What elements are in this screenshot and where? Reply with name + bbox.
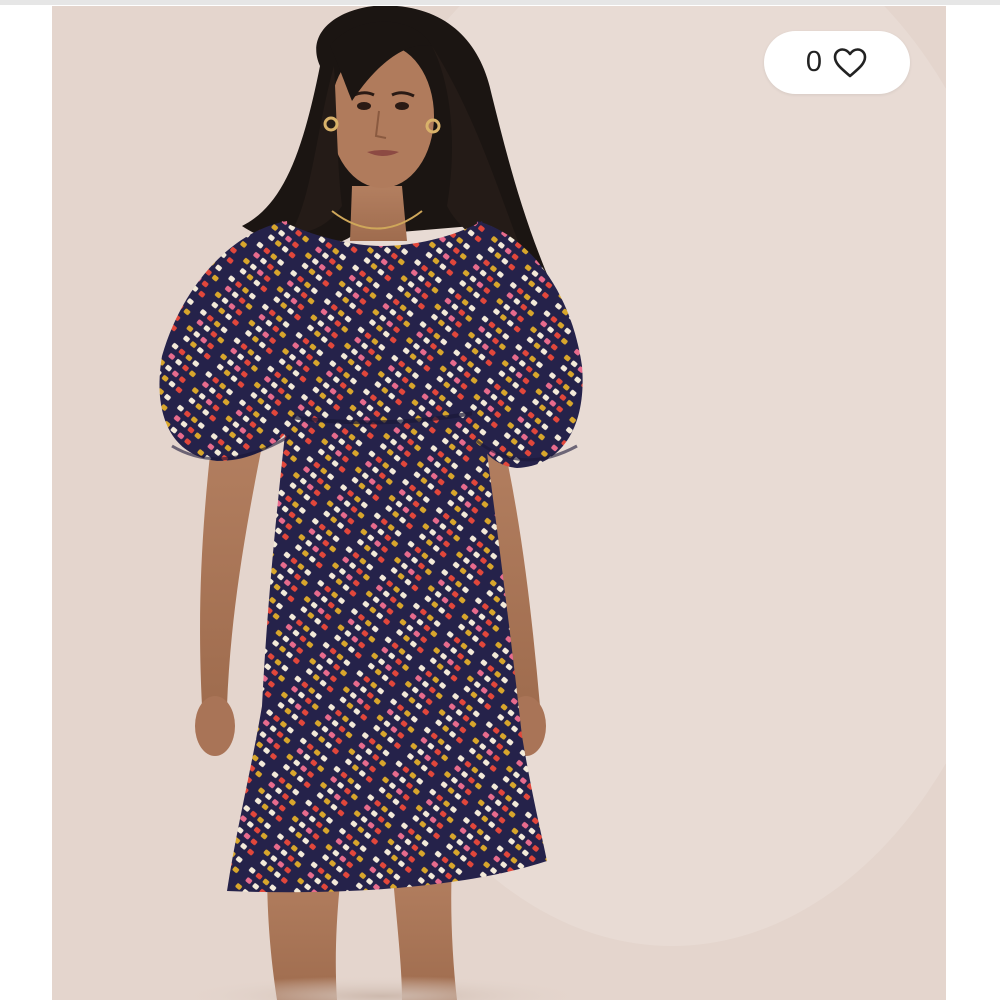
model-photo-illustration xyxy=(52,6,946,1000)
favorite-count: 0 xyxy=(805,46,823,78)
product-image-viewer: 0 xyxy=(0,0,1000,1000)
heart-icon xyxy=(832,47,868,79)
product-photo[interactable] xyxy=(52,6,946,1000)
top-divider xyxy=(0,0,1000,5)
favorite-button[interactable]: 0 xyxy=(764,31,910,94)
